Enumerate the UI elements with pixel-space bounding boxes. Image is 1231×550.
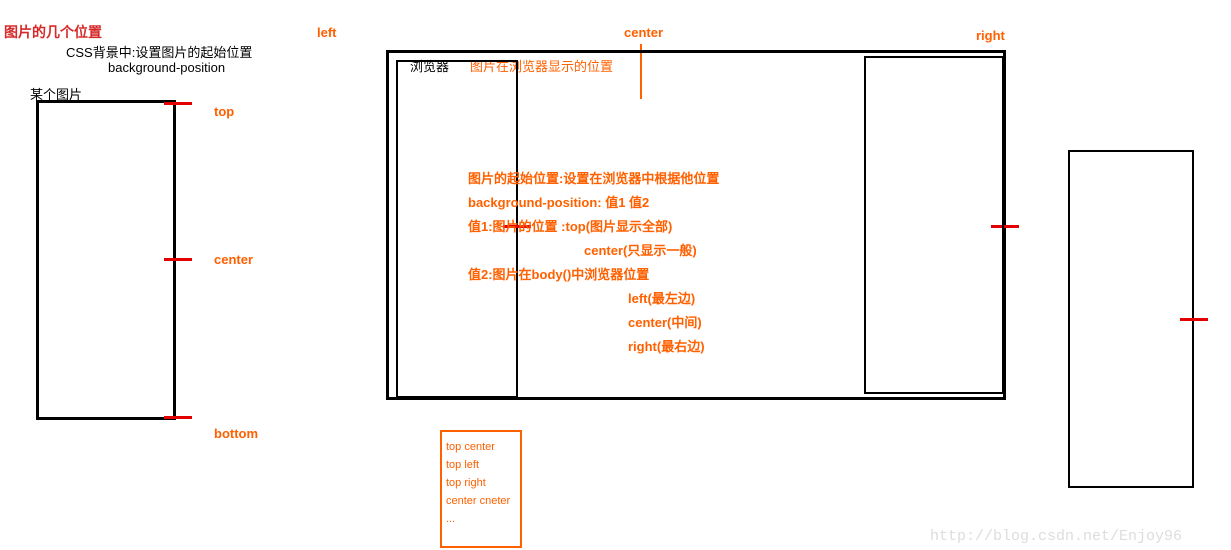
subheading-bgpos: background-position <box>108 60 225 75</box>
desc-line-4: center(只显示一般) <box>468 239 888 263</box>
description-block: 图片的起始位置:设置在浏览器中根据他位置 background-position… <box>468 167 888 359</box>
desc-line-6: left(最左边) <box>468 287 888 311</box>
combo-item-1: top center <box>446 438 516 456</box>
combo-item-5: ... <box>446 510 516 528</box>
combo-item-4: center cneter <box>446 492 516 510</box>
top-label-left: left <box>317 25 337 40</box>
tick-far-right-center <box>1180 318 1208 321</box>
combo-examples-box: top center top left top right center cne… <box>440 430 522 548</box>
desc-line-2: background-position: 值1 值2 <box>468 191 888 215</box>
desc-line-8: right(最右边) <box>468 335 888 359</box>
heading-image-positions: 图片的几个位置 <box>4 22 102 42</box>
label-bottom: bottom <box>214 426 258 441</box>
desc-line-1: 图片的起始位置:设置在浏览器中根据他位置 <box>468 167 888 191</box>
tick-top <box>164 102 192 105</box>
combo-item-3: top right <box>446 474 516 492</box>
watermark: http://blog.csdn.net/Enjoy96 <box>930 528 1182 545</box>
image-box-right-partial <box>864 56 1004 394</box>
desc-line-7: center(中间) <box>468 311 888 335</box>
label-center: center <box>214 252 253 267</box>
tick-bottom <box>164 416 192 419</box>
tick-center <box>164 258 192 261</box>
image-box-left <box>36 100 176 420</box>
label-top: top <box>214 104 234 119</box>
combo-item-2: top left <box>446 456 516 474</box>
image-box-far-right <box>1068 150 1194 488</box>
subheading-css-bg: CSS背景中:设置图片的起始位置 <box>66 42 252 61</box>
desc-line-5: 值2:图片在body()中浏览器位置 <box>468 263 888 287</box>
top-label-right: right <box>976 28 1005 43</box>
top-label-center: center <box>624 25 663 40</box>
desc-line-3: 值1:图片的位置 :top(图片显示全部) <box>468 215 888 239</box>
